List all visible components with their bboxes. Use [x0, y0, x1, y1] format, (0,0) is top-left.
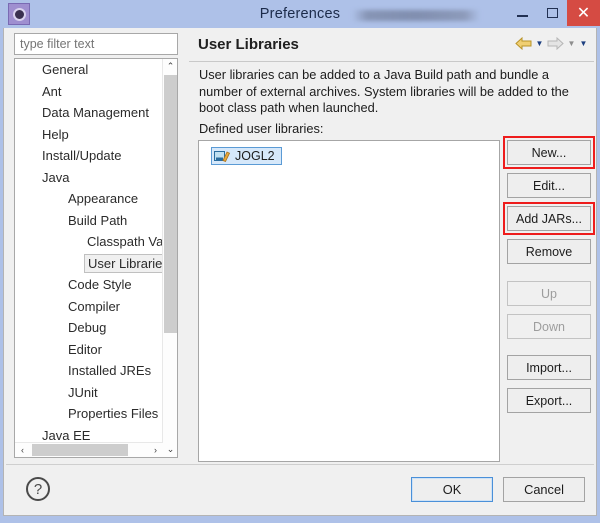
sidebar-item-junit[interactable]: JUnit — [15, 382, 163, 404]
sidebar-item-general[interactable]: General — [15, 59, 163, 81]
preferences-tree-pane: General Ant Data Management Help Install/Upd… — [6, 30, 187, 464]
vertical-scroll-thumb[interactable] — [164, 75, 177, 333]
scroll-down-icon[interactable]: ⌄ — [163, 442, 178, 457]
list-item[interactable]: JOGL2 — [211, 147, 282, 165]
sidebar-item-editor[interactable]: Editor — [15, 339, 163, 361]
user-libraries-list[interactable]: JOGL2 — [198, 140, 500, 462]
sidebar-item-ant[interactable]: Ant — [15, 81, 163, 103]
dialog-body: General Ant Data Management Help Install/Upd… — [3, 28, 597, 516]
page-navigation: ▼ ▼ ▼ — [515, 37, 588, 50]
minimize-button[interactable] — [507, 0, 537, 26]
back-arrow-icon[interactable] — [515, 37, 532, 50]
help-icon[interactable]: ? — [26, 477, 50, 501]
filter-input[interactable] — [14, 33, 178, 55]
sidebar-item-code-style[interactable]: Code Style — [15, 274, 163, 296]
scroll-up-icon[interactable]: ⌃ — [163, 59, 178, 74]
maximize-button[interactable] — [537, 0, 567, 26]
sidebar-item-installed-jres[interactable]: Installed JREs — [15, 360, 163, 382]
sidebar-item-java[interactable]: Java — [15, 167, 163, 189]
minimize-icon — [517, 15, 528, 17]
edit-button[interactable]: Edit... — [507, 173, 591, 198]
library-books-icon — [214, 150, 230, 163]
sidebar-item-label: Installed JREs — [68, 363, 151, 378]
sidebar-item-label: Editor — [68, 342, 102, 357]
sidebar-item-debug[interactable]: Debug — [15, 317, 163, 339]
sidebar-item-user-libraries[interactable]: User Libraries — [15, 253, 163, 275]
add-jars-button[interactable]: Add JARs... — [507, 206, 591, 231]
forward-arrow-icon[interactable] — [547, 37, 564, 50]
library-name: JOGL2 — [235, 149, 275, 163]
new-button[interactable]: New... — [507, 140, 591, 165]
tree-horizontal-scrollbar[interactable]: ‹ › — [15, 442, 163, 457]
ok-button[interactable]: OK — [411, 477, 493, 502]
export-button[interactable]: Export... — [507, 388, 591, 413]
sidebar-item-properties-files-edito[interactable]: Properties Files Edito — [15, 403, 163, 425]
sidebar-item-label: Properties Files Edito — [68, 406, 163, 421]
sidebar-item-label: Classpath Variab — [87, 234, 163, 249]
sidebar-item-data-management[interactable]: Data Management — [15, 102, 163, 124]
forward-history-chevron-down-icon[interactable]: ▼ — [567, 39, 576, 48]
horizontal-scroll-thumb[interactable] — [32, 444, 128, 456]
sidebar-item-label: Install/Update — [42, 148, 122, 163]
sidebar-item-build-path[interactable]: Build Path — [15, 210, 163, 232]
title-bar: Preferences ✕ — [0, 0, 600, 28]
sidebar-item-label: Code Style — [68, 277, 132, 292]
close-icon: ✕ — [577, 3, 590, 23]
import-button[interactable]: Import... — [507, 355, 591, 380]
close-button[interactable]: ✕ — [567, 0, 600, 26]
scroll-left-icon[interactable]: ‹ — [15, 443, 30, 457]
sidebar-item-label: Appearance — [68, 191, 138, 206]
sidebar-item-appearance[interactable]: Appearance — [15, 188, 163, 210]
sidebar-item-label: Compiler — [68, 299, 120, 314]
tree-vertical-scrollbar[interactable]: ⌃ ⌄ — [162, 59, 177, 457]
sidebar-item-install-update[interactable]: Install/Update — [15, 145, 163, 167]
page-header: User Libraries ▼ ▼ ▼ — [189, 30, 594, 62]
sidebar-item-label: User Libraries — [84, 254, 163, 273]
back-history-chevron-down-icon[interactable]: ▼ — [535, 39, 544, 48]
sidebar-item-label: JUnit — [68, 385, 98, 400]
sidebar-item-label: Ant — [42, 84, 62, 99]
sidebar-item-label: Java — [42, 170, 69, 185]
scroll-right-icon[interactable]: › — [148, 443, 163, 457]
tree-item-list: General Ant Data Management Help Install/Upd… — [15, 59, 163, 444]
up-button: Up — [507, 281, 591, 306]
preferences-dialog: Preferences ✕ General Ant Data Management H… — [0, 0, 600, 523]
sidebar-item-classpath-variab[interactable]: Classpath Variab — [15, 231, 163, 253]
page-description: User libraries can be added to a Java Bu… — [199, 67, 571, 117]
down-button: Down — [507, 314, 591, 339]
sidebar-item-help[interactable]: Help — [15, 124, 163, 146]
user-libraries-page: User Libraries ▼ ▼ ▼ User libraries can … — [189, 30, 594, 464]
redacted-title-region — [352, 10, 480, 21]
sidebar-item-label: Build Path — [68, 213, 127, 228]
page-title: User Libraries — [198, 36, 299, 53]
cancel-button[interactable]: Cancel — [503, 477, 585, 502]
maximize-icon — [547, 8, 558, 18]
sidebar-item-label: Data Management — [42, 105, 149, 120]
sidebar-item-label: General — [42, 62, 88, 77]
sidebar-item-label: Java EE — [42, 428, 90, 443]
remove-button[interactable]: Remove — [507, 239, 591, 264]
sidebar-item-label: Debug — [68, 320, 106, 335]
dialog-footer: ? OK Cancel — [6, 464, 594, 513]
page-menu-chevron-down-icon[interactable]: ▼ — [579, 39, 588, 48]
sidebar-item-compiler[interactable]: Compiler — [15, 296, 163, 318]
preferences-tree[interactable]: General Ant Data Management Help Install/Upd… — [14, 58, 178, 458]
defined-libraries-label: Defined user libraries: — [199, 121, 323, 136]
sidebar-item-label: Help — [42, 127, 69, 142]
